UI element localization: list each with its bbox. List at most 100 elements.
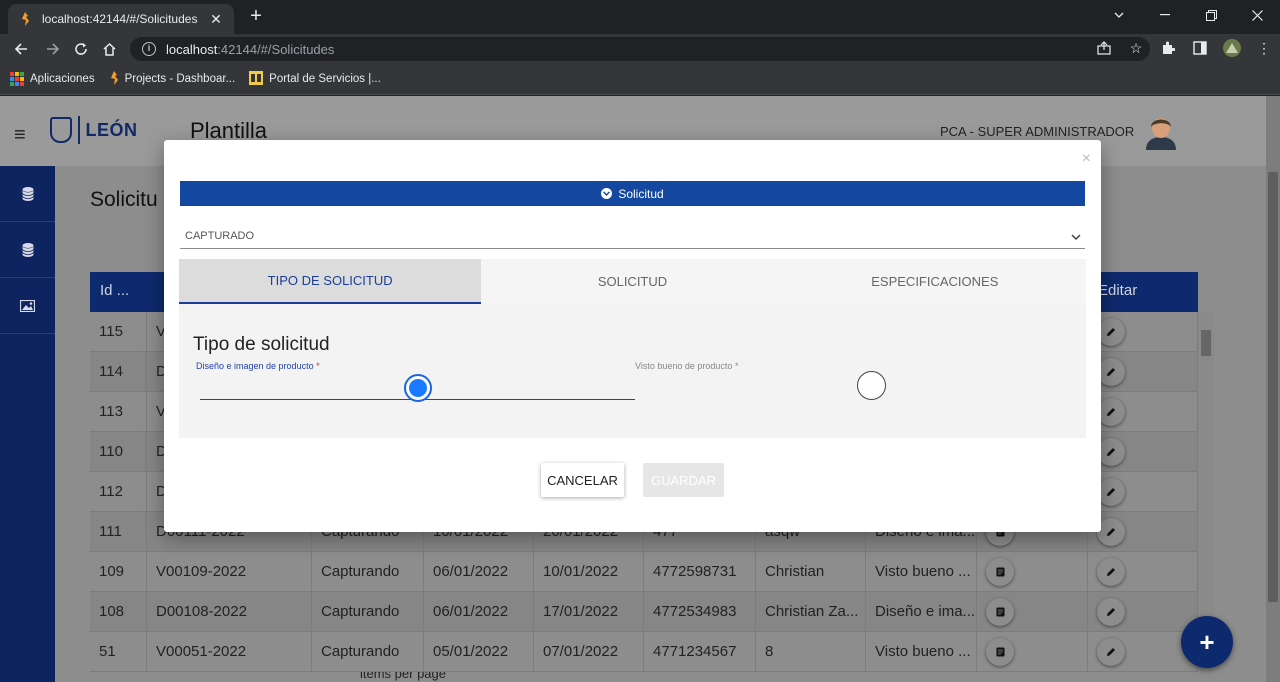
bookmark-label: Projects - Dashboar... — [124, 73, 236, 85]
approval-option-radio[interactable] — [857, 371, 886, 400]
hamburger-menu-icon[interactable]: ≡ — [14, 124, 26, 147]
home-icon[interactable] — [98, 38, 120, 60]
tab-panel: Tipo de solicitud Diseño e imagen de pro… — [179, 304, 1086, 438]
site-info-icon[interactable]: i — [142, 42, 156, 56]
coat-of-arms-icon — [50, 117, 72, 143]
table-cell-f2: 10/01/2022 — [534, 552, 644, 591]
page-scrollbar[interactable] — [1266, 96, 1280, 682]
document-button[interactable] — [986, 558, 1014, 586]
edit-button[interactable] — [1097, 438, 1125, 466]
table-cell-tipo: Visto bueno ... — [866, 552, 977, 591]
restore-icon[interactable] — [1188, 0, 1234, 30]
save-button[interactable]: GUARDAR — [643, 463, 724, 497]
scrollbar-thumb[interactable] — [1268, 172, 1278, 602]
table-cell-f1: 05/01/2022 — [424, 632, 534, 671]
table-cell-tel: 4772534983 — [644, 592, 756, 631]
new-tab-button[interactable]: + — [244, 5, 268, 29]
bookmark-portal[interactable]: Portal de Servicios |... — [249, 70, 381, 88]
tab-especificaciones[interactable]: ESPECIFICACIONES — [784, 259, 1086, 304]
tab-tipo-de-solicitud[interactable]: TIPO DE SOLICITUD — [179, 259, 482, 304]
browser-menu-icon[interactable]: ⋮ — [1254, 37, 1274, 59]
database-icon — [21, 242, 34, 257]
bookmarks-bar: Aplicaciones Projects - Dashboar... Port… — [0, 64, 1280, 95]
bookmark-projects[interactable]: Projects - Dashboar... — [109, 70, 236, 88]
table-cell-id: 51 — [90, 632, 147, 671]
request-dialog: × Solicitud CAPTURADO TIPO DE SOLICITUD … — [164, 140, 1101, 532]
extensions-icon[interactable] — [1158, 37, 1178, 59]
table-cell-nombre: Christian — [756, 552, 866, 591]
tab-close-icon[interactable]: ✕ — [208, 11, 224, 28]
sidebar-item-database-1[interactable] — [0, 166, 55, 222]
status-value: CAPTURADO — [185, 230, 255, 242]
panel-title: Tipo de solicitud — [193, 334, 330, 355]
paginator: items per page — [90, 672, 1190, 682]
cancel-button[interactable]: CANCELAR — [541, 463, 624, 497]
edit-button[interactable] — [1097, 558, 1125, 586]
column-header-id[interactable]: Id ... — [90, 272, 147, 312]
reload-icon[interactable] — [70, 38, 92, 60]
table-cell-folio: D00108-2022 — [147, 592, 312, 631]
bookmark-apps[interactable]: Aplicaciones — [10, 72, 95, 86]
apps-grid-icon — [10, 72, 24, 86]
pencil-icon — [1107, 368, 1115, 376]
minimize-icon[interactable] — [1142, 0, 1188, 30]
document-button[interactable] — [986, 598, 1014, 626]
design-option-label-text: Diseño e imagen de producto — [196, 361, 314, 371]
close-window-icon[interactable] — [1234, 0, 1280, 30]
table-cell-edit — [1088, 512, 1198, 551]
table-cell-estado: Capturando — [312, 552, 424, 591]
back-icon[interactable] — [10, 38, 32, 60]
table-cell-document — [977, 552, 1088, 591]
bookmark-label: Aplicaciones — [30, 73, 95, 85]
table-cell-id: 112 — [90, 472, 147, 511]
table-cell-nombre: Christian Za... — [756, 592, 866, 631]
approval-option-label-text: Visto bueno de producto — [635, 361, 733, 371]
items-per-page-label: items per page — [360, 672, 446, 681]
sidebar-item-database-2[interactable] — [0, 222, 55, 278]
profile-avatar-icon[interactable] — [1222, 37, 1242, 59]
address-bar: i localhost:42144/#/Solicitudes ☆ ⋮ — [0, 34, 1280, 64]
bookmark-star-icon[interactable]: ☆ — [1126, 37, 1146, 59]
edit-button[interactable] — [1097, 518, 1125, 546]
table-cell-id: 110 — [90, 432, 147, 471]
table-cell-edit — [1088, 392, 1198, 431]
close-icon[interactable]: × — [1082, 150, 1091, 168]
edit-button[interactable] — [1097, 598, 1125, 626]
table-row[interactable]: 51 V00051-2022 Capturando 05/01/2022 07/01/2… — [90, 632, 1198, 672]
edit-button[interactable] — [1097, 318, 1125, 346]
add-request-button[interactable]: + — [1181, 616, 1233, 668]
table-cell-estado: Capturando — [312, 632, 424, 671]
table-cell-tipo: Diseño e ima... — [866, 592, 977, 631]
sidebar-item-images[interactable] — [0, 278, 55, 334]
table-cell-id: 115 — [90, 312, 147, 351]
document-icon — [996, 647, 1004, 657]
column-header-editar[interactable]: Editar — [1088, 272, 1198, 312]
table-cell-folio: V00109-2022 — [147, 552, 312, 591]
forward-icon[interactable] — [42, 38, 64, 60]
pencil-icon — [1107, 328, 1115, 336]
table-row[interactable]: 108 D00108-2022 Capturando 06/01/2022 17/01/… — [90, 592, 1198, 632]
table-row[interactable]: 109 V00109-2022 Capturando 06/01/2022 10/01/… — [90, 552, 1198, 592]
table-cell-edit — [1088, 552, 1198, 591]
tab-search-icon[interactable] — [1096, 0, 1142, 30]
edit-button[interactable] — [1097, 358, 1125, 386]
required-mark: * — [734, 361, 739, 371]
browser-tab[interactable]: localhost:42144/#/Solicitudes ✕ — [8, 4, 234, 34]
pencil-icon — [1107, 648, 1115, 656]
bookmark-label: Portal de Servicios |... — [269, 73, 381, 85]
document-button[interactable] — [986, 638, 1014, 666]
share-icon[interactable] — [1094, 37, 1114, 59]
tab-solicitud[interactable]: SOLICITUD — [481, 259, 783, 304]
design-option-radio[interactable] — [404, 374, 432, 402]
url-input[interactable]: i localhost:42144/#/Solicitudes — [130, 37, 1150, 61]
scrollbar-thumb[interactable] — [1201, 330, 1211, 356]
edit-button[interactable] — [1097, 478, 1125, 506]
table-cell-nombre: 8 — [756, 632, 866, 671]
user-avatar-icon[interactable] — [1144, 114, 1178, 150]
side-panel-icon[interactable] — [1190, 37, 1210, 59]
table-cell-edit — [1088, 432, 1198, 471]
status-select[interactable]: CAPTURADO — [180, 224, 1085, 249]
edit-button[interactable] — [1097, 398, 1125, 426]
table-cell-id: 111 — [90, 512, 147, 551]
edit-button[interactable] — [1097, 638, 1125, 666]
